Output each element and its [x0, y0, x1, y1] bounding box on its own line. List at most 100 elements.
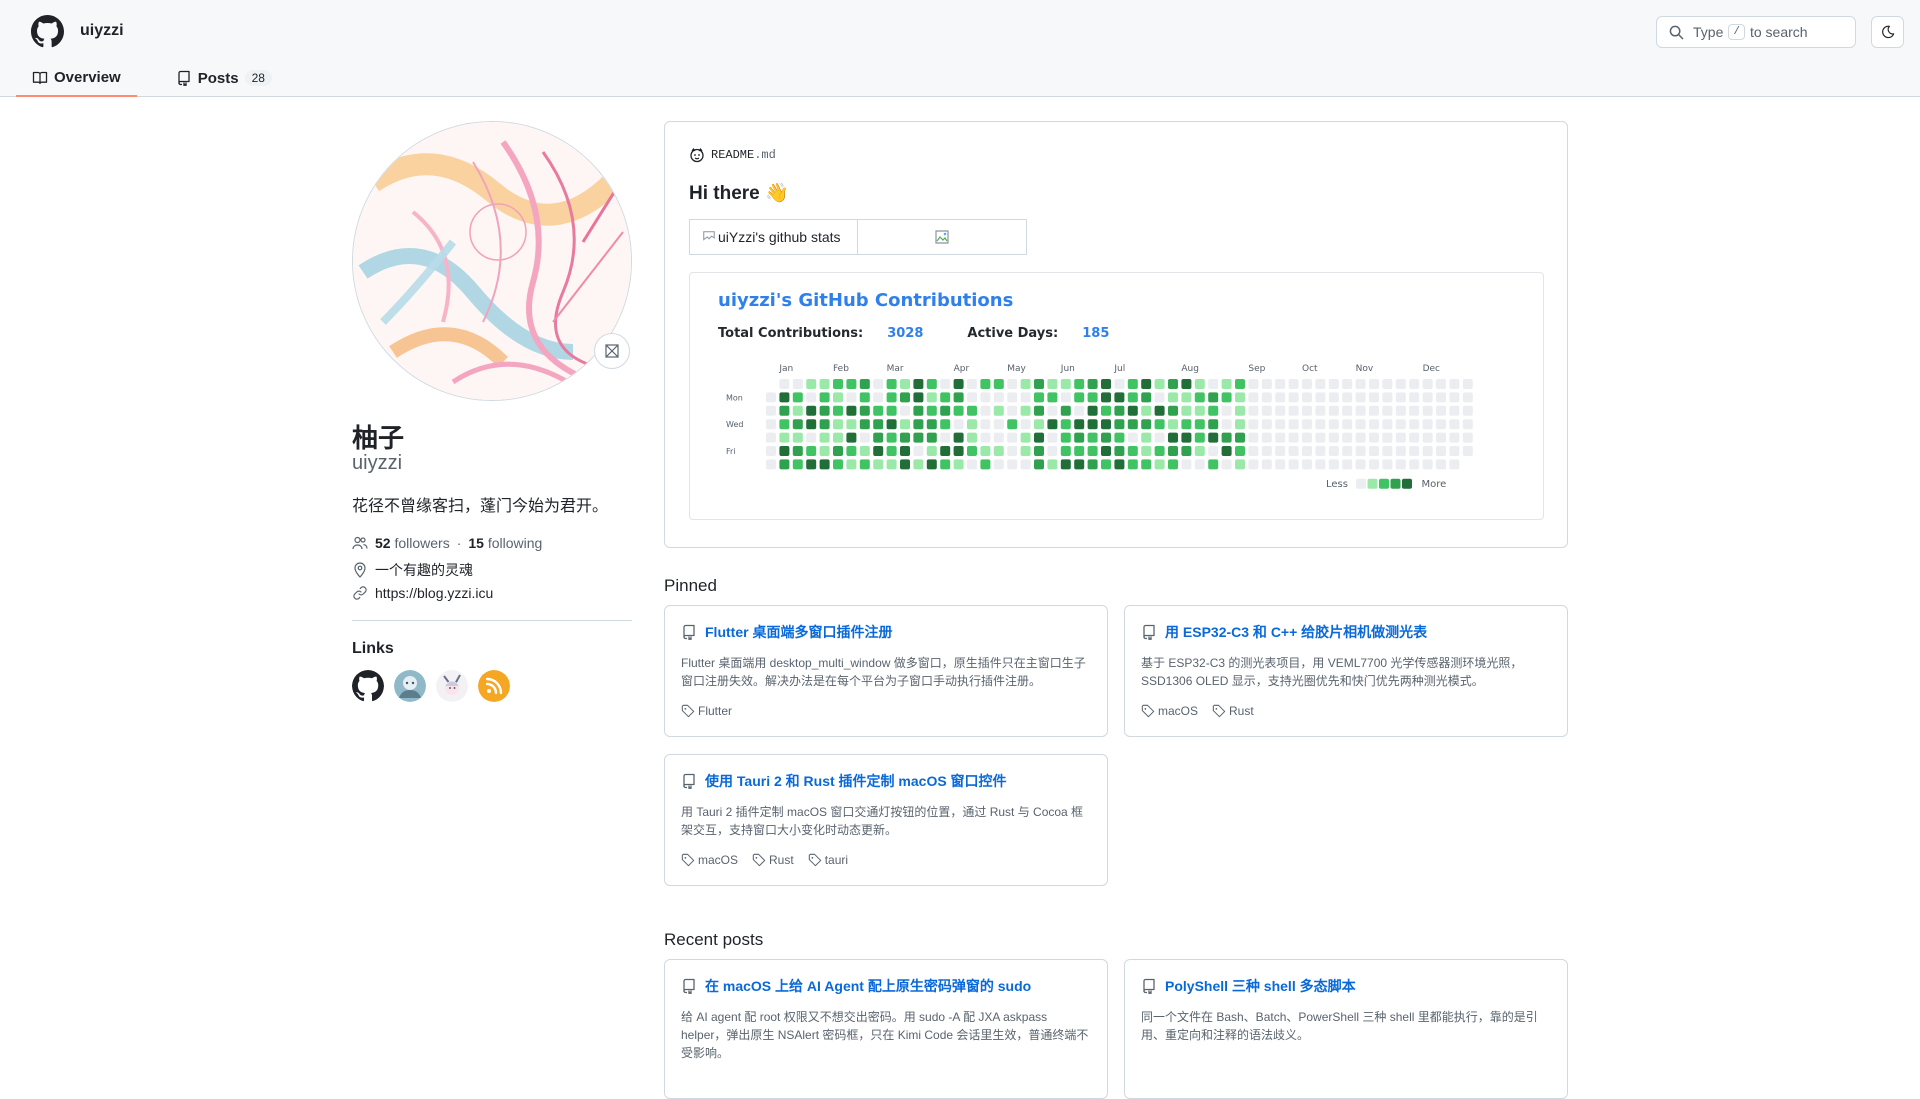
contribution-cell[interactable]: [1141, 432, 1152, 443]
contribution-cell[interactable]: [1168, 446, 1178, 456]
contribution-cell[interactable]: [1168, 392, 1178, 403]
contribution-cell[interactable]: [1087, 405, 1098, 416]
github-logo-icon[interactable]: [31, 15, 64, 48]
contribution-cell[interactable]: [1328, 405, 1339, 416]
contribution-cell[interactable]: [1154, 432, 1165, 443]
contribution-cell[interactable]: [779, 392, 790, 403]
pinned-card[interactable]: 用 ESP32-C3 和 C++ 给胶片相机做测光表 基于 ESP32-C3 的…: [1124, 605, 1568, 737]
website-link[interactable]: https://blog.yzzi.icu: [375, 585, 493, 601]
contribution-cell[interactable]: [1208, 432, 1219, 443]
contribution-cell[interactable]: [886, 405, 897, 416]
contribution-cell[interactable]: [1060, 446, 1071, 456]
contribution-cell[interactable]: [1168, 419, 1178, 430]
contribution-cell[interactable]: [940, 446, 951, 456]
contribution-cell[interactable]: [1087, 446, 1098, 456]
contribution-cell[interactable]: [1449, 419, 1460, 430]
contribution-cell[interactable]: [1248, 419, 1259, 430]
contribution-cell[interactable]: [913, 405, 924, 416]
contribution-cell[interactable]: [873, 379, 884, 389]
contribution-cell[interactable]: [806, 419, 817, 430]
contribution-cell[interactable]: [1409, 392, 1420, 403]
contribution-cell[interactable]: [1315, 432, 1326, 443]
contribution-cell[interactable]: [1208, 419, 1219, 430]
contribution-cell[interactable]: [1168, 405, 1178, 416]
contribution-cell[interactable]: [1275, 446, 1286, 456]
contribution-cell[interactable]: [1141, 419, 1152, 430]
contribution-cell[interactable]: [1275, 419, 1286, 430]
contribution-cell[interactable]: [886, 419, 897, 430]
contribution-cell[interactable]: [1087, 379, 1098, 389]
contribution-cell[interactable]: [1221, 392, 1232, 403]
contribution-cell[interactable]: [833, 379, 843, 389]
contribution-cell[interactable]: [1422, 379, 1433, 389]
contribution-cell[interactable]: [1181, 432, 1192, 443]
contribution-cell[interactable]: [993, 459, 1004, 470]
contribution-cell[interactable]: [967, 432, 977, 443]
contribution-cell[interactable]: [1409, 432, 1420, 443]
contribution-cell[interactable]: [792, 379, 803, 389]
contribution-cell[interactable]: [1194, 432, 1205, 443]
contribution-cell[interactable]: [1369, 446, 1379, 456]
contribution-cell[interactable]: [913, 419, 924, 430]
contribution-cell[interactable]: [1342, 446, 1353, 456]
contribution-cell[interactable]: [1302, 405, 1312, 416]
contribution-cell[interactable]: [766, 446, 776, 456]
tag[interactable]: Rust: [752, 853, 794, 867]
contribution-cell[interactable]: [846, 379, 857, 389]
contribution-cell[interactable]: [1462, 419, 1473, 430]
contribution-cell[interactable]: [1248, 446, 1259, 456]
contribution-cell[interactable]: [913, 446, 924, 456]
contribution-cell[interactable]: [886, 379, 897, 389]
contribution-cell[interactable]: [846, 419, 857, 430]
contribution-cell[interactable]: [846, 459, 857, 470]
contribution-cell[interactable]: [766, 459, 776, 470]
contribution-cell[interactable]: [873, 419, 884, 430]
contribution-cell[interactable]: [1154, 405, 1165, 416]
contribution-cell[interactable]: [1221, 405, 1232, 416]
contribution-cell[interactable]: [819, 392, 830, 403]
contribution-cell[interactable]: [1047, 432, 1058, 443]
contribution-cell[interactable]: [1395, 459, 1406, 470]
contribution-cell[interactable]: [1194, 419, 1205, 430]
contribution-cell[interactable]: [926, 446, 937, 456]
contribution-cell[interactable]: [779, 379, 790, 389]
contribution-cell[interactable]: [779, 459, 790, 470]
contribution-cell[interactable]: [1436, 379, 1446, 389]
contribution-cell[interactable]: [1221, 459, 1232, 470]
contribution-cell[interactable]: [1422, 405, 1433, 416]
contribution-cell[interactable]: [859, 459, 870, 470]
contribution-cell[interactable]: [900, 379, 910, 389]
contribution-cell[interactable]: [1074, 392, 1085, 403]
contribution-cell[interactable]: [1422, 446, 1433, 456]
contribution-cell[interactable]: [913, 392, 924, 403]
contribution-cell[interactable]: [1261, 446, 1272, 456]
contribution-cell[interactable]: [1355, 392, 1366, 403]
pinned-card[interactable]: Flutter 桌面端多窗口插件注册 Flutter 桌面端用 desktop_…: [664, 605, 1108, 737]
contribution-cell[interactable]: [1020, 459, 1031, 470]
tag[interactable]: macOS: [681, 853, 738, 867]
contribution-cell[interactable]: [779, 405, 790, 416]
contribution-cell[interactable]: [993, 379, 1004, 389]
github-icon[interactable]: [352, 670, 384, 702]
contribution-cell[interactable]: [873, 459, 884, 470]
brand-name[interactable]: uiyzzi: [80, 22, 124, 40]
contribution-cell[interactable]: [1221, 379, 1232, 389]
contribution-cell[interactable]: [940, 432, 951, 443]
contribution-cell[interactable]: [967, 459, 977, 470]
contribution-cell[interactable]: [1436, 392, 1446, 403]
contribution-cell[interactable]: [1154, 392, 1165, 403]
contribution-cell[interactable]: [1208, 405, 1219, 416]
contribution-cell[interactable]: [953, 459, 964, 470]
contribution-cell[interactable]: [859, 446, 870, 456]
contribution-cell[interactable]: [1315, 392, 1326, 403]
contribution-cell[interactable]: [1047, 405, 1058, 416]
contribution-cell[interactable]: [1342, 392, 1353, 403]
contribution-cell[interactable]: [1436, 446, 1446, 456]
contribution-cell[interactable]: [1154, 459, 1165, 470]
contribution-cell[interactable]: [873, 432, 884, 443]
card-title-link[interactable]: PolyShell 三种 shell 多态脚本: [1165, 976, 1356, 996]
contribution-cell[interactable]: [1181, 459, 1192, 470]
contribution-cell[interactable]: [833, 392, 843, 403]
contribution-cell[interactable]: [1315, 419, 1326, 430]
contribution-cell[interactable]: [1114, 405, 1125, 416]
